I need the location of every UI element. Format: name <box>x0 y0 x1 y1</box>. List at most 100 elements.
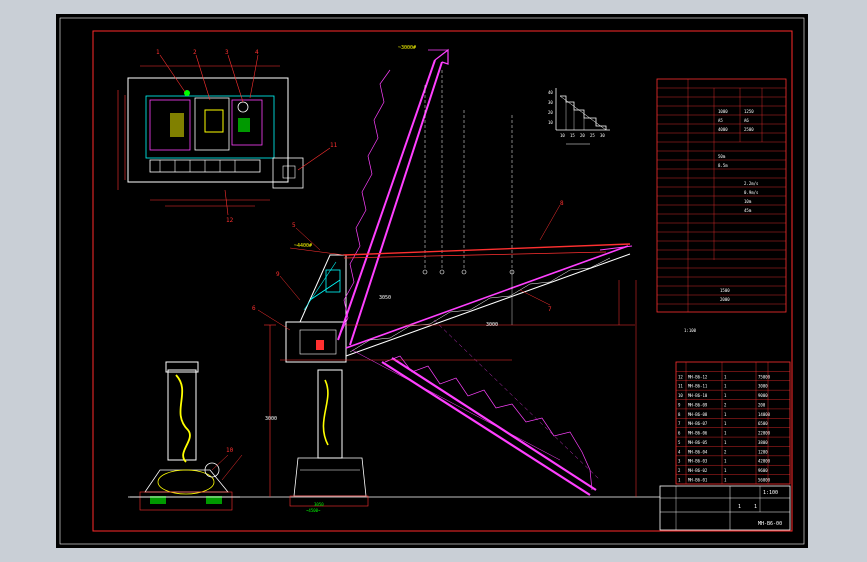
pivot-height-dim: ~4400# <box>294 243 312 249</box>
bom-cell: 2 <box>724 402 727 407</box>
load-chart: 10 15 20 25 30 40 30 20 10 <box>548 88 610 145</box>
bom-cell: 75000 <box>758 374 771 379</box>
bom-cell: 3000 <box>758 384 768 389</box>
bom-cell: 9 <box>678 402 681 407</box>
bom-cell: 5 <box>678 440 681 445</box>
balloon: 5 <box>292 222 296 229</box>
spec-value: 4000 <box>718 127 728 132</box>
bom-cell: 1 <box>724 421 727 426</box>
balloon: 2 <box>193 49 197 56</box>
title-scale: 1:100 <box>763 490 778 496</box>
spec-value: 1250 <box>744 109 754 114</box>
bom-cell: 1 <box>724 374 727 379</box>
bom-cell: MH-B6-03 <box>688 459 708 464</box>
bom-cell: MH-B6-10 <box>688 393 708 398</box>
load-chart-xtick: 30 <box>600 133 605 138</box>
bom-cell: 1 <box>724 468 727 473</box>
outreach-dim: 3000 <box>486 322 498 328</box>
boom-height-dim: ~3000# <box>398 45 416 51</box>
title-sheet: 1 <box>738 504 741 510</box>
bom-cell: MH-B6-09 <box>688 402 708 407</box>
bom-cell: 1 <box>724 431 727 436</box>
bom-cell: 4 <box>678 449 681 454</box>
bom-cell: 1 <box>724 440 727 445</box>
bom-cell: 1 <box>724 393 727 398</box>
bom-cell: MH-B6-12 <box>688 374 708 379</box>
bom-cell: 3800 <box>758 440 768 445</box>
bom-cell: 11 <box>678 384 683 389</box>
outreach-dim-2: 3050 <box>379 295 391 301</box>
bom-cell: 10 <box>678 393 683 398</box>
bom-cell: 9600 <box>758 468 768 473</box>
bom-cell: MH-B6-05 <box>688 440 708 445</box>
crane-front-view: 10 <box>130 361 243 511</box>
spec-value: A6 <box>744 118 749 123</box>
crane-elevation: 3050 ~3000# ~4400# 3000 3050 3000 ~4500~… <box>128 45 660 513</box>
bom-cell: 200 <box>758 402 766 407</box>
balloon: 3 <box>225 49 229 56</box>
bom-cell: 1 <box>724 384 727 389</box>
parts-list: 12 MH-B6-12 1 7500011 MH-B6-11 1 300010 MH-B6-1… <box>675 361 791 485</box>
spec-value: 2500 <box>744 127 754 132</box>
spec-value: A5 <box>718 118 723 123</box>
load-chart-xtick: 25 <box>590 133 595 138</box>
bom-cell: 12 <box>678 374 683 379</box>
spec-value: 1500 <box>720 288 730 293</box>
bom-cell: 9000 <box>758 393 768 398</box>
spec-value: 0.9m/s <box>744 190 759 195</box>
scale-note: 1:100 <box>684 328 697 333</box>
balloon: 11 <box>330 142 338 149</box>
balloon: 6 <box>252 305 256 312</box>
spec-value: 45m <box>744 208 752 213</box>
spec-value: 1000 <box>718 109 728 114</box>
base-dim: ~4500~ <box>306 508 321 513</box>
bom-cell: MH-B6-06 <box>688 431 708 436</box>
balloon: 10 <box>226 447 234 454</box>
bom-cell: 8 <box>678 412 681 417</box>
balloon: 1 <box>156 49 160 56</box>
load-chart-xtick: 15 <box>570 133 575 138</box>
bom-cell: 7 <box>678 421 681 426</box>
balloon: 9 <box>276 271 280 278</box>
bom-cell: MH-B6-02 <box>688 468 708 473</box>
spec-table: 1000 1250 A5 A6 4000 2500 50m 8.5m 2.2m/… <box>656 78 787 333</box>
bom-cell: MH-B6-01 <box>688 478 708 483</box>
spec-value: 50m <box>718 154 726 159</box>
spec-value: 8.5m <box>718 163 728 168</box>
spec-value: 10m <box>744 199 752 204</box>
load-chart-ytick: 10 <box>548 120 553 125</box>
title-sheets: 1 <box>754 504 757 510</box>
bom-cell: MH-B6-04 <box>688 449 708 454</box>
bom-cell: 42000 <box>758 459 771 464</box>
bom-cell: MH-B6-08 <box>688 412 708 417</box>
load-chart-ytick: 40 <box>548 90 553 95</box>
bom-cell: 1 <box>724 412 727 417</box>
spec-value: 2.2m/s <box>744 181 759 186</box>
bom-cell: MH-B6-11 <box>688 384 708 389</box>
spec-value: 2000 <box>720 297 730 302</box>
load-chart-ytick: 20 <box>548 110 553 115</box>
machinery-plan-view: 1 2 3 4 11 12 <box>117 49 338 224</box>
load-chart-xtick: 10 <box>560 133 565 138</box>
bom-cell: 22000 <box>758 431 771 436</box>
bom-cell: 14000 <box>758 412 771 417</box>
bom-cell: 1 <box>678 478 681 483</box>
load-chart-xtick: 20 <box>580 133 585 138</box>
balloon: 4 <box>255 49 259 56</box>
bom-cell: 1 <box>724 478 727 483</box>
bom-cell: 2 <box>724 449 727 454</box>
title-block: 1:100 1 1 MH-B6-00 <box>659 485 791 531</box>
bom-cell: 1 <box>724 459 727 464</box>
bom-cell: 56000 <box>758 478 771 483</box>
balloon: 7 <box>548 306 552 313</box>
balloon: 8 <box>560 200 564 207</box>
bom-cell: 2 <box>678 468 681 473</box>
bom-cell: MH-B6-07 <box>688 421 708 426</box>
bom-cell: 1200 <box>758 449 768 454</box>
drawing-number: MH-B6-00 <box>758 521 782 527</box>
load-chart-ytick: 30 <box>548 100 553 105</box>
bom-cell: 6 <box>678 431 681 436</box>
bom-cell: 6500 <box>758 421 768 426</box>
cad-drawing: 1 2 3 4 11 12 10 15 20 25 30 40 30 20 10 <box>59 17 805 545</box>
height-dim: 3000 <box>265 416 277 422</box>
